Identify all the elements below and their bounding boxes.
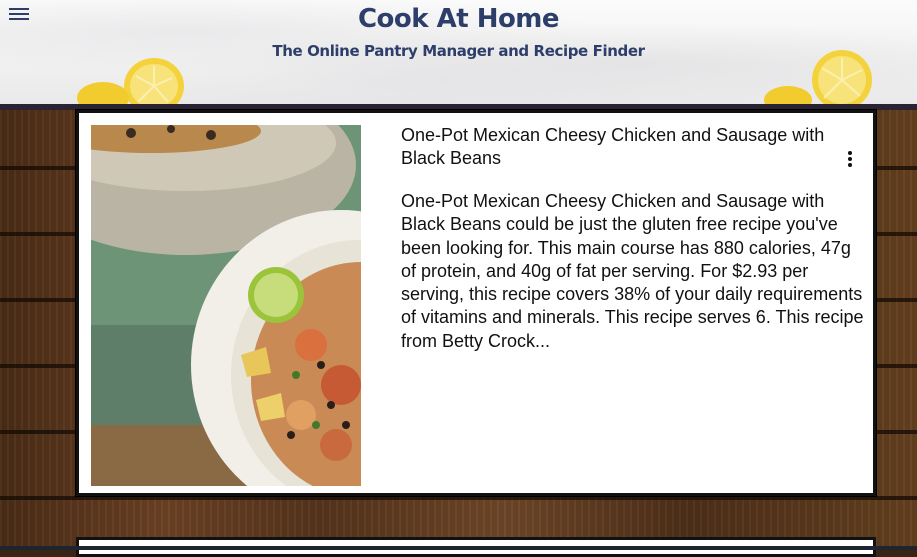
site-subtitle: The Online Pantry Manager and Recipe Fin… — [272, 42, 645, 60]
site-title: Cook At Home — [357, 4, 560, 34]
recipe-title[interactable]: One-Pot Mexican Cheesy Chicken and Sausa… — [401, 124, 841, 170]
site-header: Cook At Home The Online Pantry Manager a… — [0, 0, 917, 104]
more-vertical-icon[interactable] — [848, 151, 856, 169]
recipe-description: One-Pot Mexican Cheesy Chicken and Sausa… — [401, 191, 864, 351]
recipe-photo — [91, 125, 361, 486]
bottom-taskbar-strip — [0, 546, 917, 550]
recipe-card[interactable]: One-Pot Mexican Cheesy Chicken and Sausa… — [76, 110, 876, 496]
recipe-image[interactable] — [91, 125, 361, 486]
